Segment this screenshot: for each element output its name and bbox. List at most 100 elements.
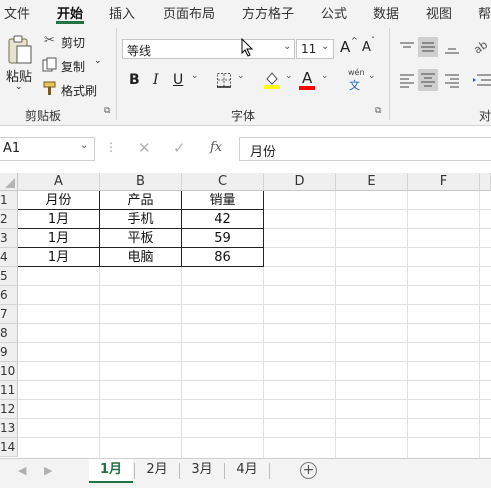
enter-check-icon[interactable]: ✓ <box>173 139 186 157</box>
gridline <box>18 418 491 419</box>
cell-a4[interactable]: 1月 <box>18 248 99 267</box>
sheet-tab-apr[interactable]: 4月 <box>226 459 268 483</box>
tab-divider <box>134 463 135 479</box>
align-center-icon[interactable] <box>418 69 438 91</box>
name-box-value: A1 <box>3 141 21 156</box>
row-header[interactable]: 6 <box>0 286 18 305</box>
underline-button[interactable]: U <box>173 72 183 88</box>
column-header-b[interactable]: B <box>100 173 182 191</box>
font-name-combo[interactable]: 等线 ⌄ <box>122 39 295 59</box>
shrink-caret-icon: ˇ <box>371 36 375 45</box>
cancel-icon[interactable]: ✕ <box>138 139 151 157</box>
column-header-g[interactable] <box>480 173 491 191</box>
tab-data[interactable]: 数据 <box>373 3 399 22</box>
select-all-button[interactable] <box>0 173 18 191</box>
gridline <box>18 285 491 286</box>
column-header-d[interactable]: D <box>264 173 336 191</box>
formula-bar-grip-icon[interactable]: ⋮ <box>105 140 117 154</box>
font-color-button[interactable]: A <box>302 69 312 87</box>
align-bottom-icon[interactable] <box>444 40 460 56</box>
scroll-tabs-right-icon[interactable]: ▶ <box>44 464 52 477</box>
align-right-icon[interactable] <box>444 72 460 88</box>
chevron-down-icon[interactable]: ⌄ <box>321 41 329 52</box>
group-divider <box>389 28 390 120</box>
cell-a1[interactable]: 月份 <box>18 191 99 210</box>
row-header[interactable]: 11 <box>0 381 18 400</box>
row-header[interactable]: 14 <box>0 438 18 457</box>
italic-button[interactable]: I <box>153 72 159 88</box>
cell-a2[interactable]: 1月 <box>18 210 99 229</box>
increase-font-size-button[interactable]: A <box>340 38 350 56</box>
borders-chevron-down-icon[interactable]: ⌄ <box>237 71 245 81</box>
font-dialog-launcher-icon[interactable]: ⧉ <box>375 106 381 116</box>
cell-c2[interactable]: 42 <box>182 210 263 229</box>
phonetic-guide-button[interactable]: 文 <box>349 77 360 93</box>
cell-a3[interactable]: 1月 <box>18 229 99 248</box>
align-left-icon[interactable] <box>399 72 415 88</box>
tab-formulas[interactable]: 公式 <box>321 3 347 22</box>
row-header[interactable]: 5 <box>0 267 18 286</box>
cell-c3[interactable]: 59 <box>182 229 263 248</box>
ribbon: 粘贴 ⌄ ✂ 剪切 复制 ⌄ 格式刷 剪贴板 ⧉ 等线 ⌄ 11 ⌄ A ^ A… <box>0 24 491 126</box>
column-header-f[interactable]: F <box>408 173 480 191</box>
fill-color-icon[interactable] <box>263 70 281 90</box>
tab-fangfang[interactable]: 方方格子 <box>242 3 294 22</box>
sheet-tab-feb[interactable]: 2月 <box>136 459 178 483</box>
tab-home[interactable]: 开始 <box>57 3 83 22</box>
cell-b3[interactable]: 平板 <box>100 229 181 248</box>
align-top-icon[interactable] <box>399 40 415 54</box>
cell-b2[interactable]: 手机 <box>100 210 181 229</box>
row-header[interactable]: 7 <box>0 305 18 324</box>
font-size-combo[interactable]: 11 ⌄ <box>296 39 334 59</box>
insert-function-button[interactable]: fx <box>210 140 222 155</box>
cell-b4[interactable]: 电脑 <box>100 248 181 267</box>
chevron-down-icon[interactable]: ⌄ <box>283 41 291 52</box>
cell-c1[interactable]: 销量 <box>182 191 263 210</box>
formula-input[interactable]: 月份 <box>239 137 491 161</box>
row-header[interactable]: 9 <box>0 343 18 362</box>
add-sheet-button[interactable]: + <box>300 462 317 479</box>
tab-insert[interactable]: 插入 <box>109 3 135 22</box>
row-header[interactable]: 4 <box>0 248 18 267</box>
phonetic-chevron-down-icon[interactable]: ⌄ <box>368 71 376 81</box>
borders-icon[interactable] <box>216 72 232 88</box>
copy-button[interactable]: 复制 <box>61 58 85 75</box>
decrease-font-size-button[interactable]: A <box>362 40 371 55</box>
column-header-e[interactable]: E <box>336 173 408 191</box>
column-header-c[interactable]: C <box>182 173 264 191</box>
fill-color-chevron-down-icon[interactable]: ⌄ <box>285 71 293 81</box>
format-painter-button[interactable]: 格式刷 <box>61 82 97 99</box>
font-color-chevron-down-icon[interactable]: ⌄ <box>321 71 329 81</box>
sheet-tab-jan[interactable]: 1月 <box>89 459 133 483</box>
name-box[interactable]: A1 ⌄ <box>0 137 95 161</box>
tab-divider <box>269 463 270 479</box>
row-header[interactable]: 13 <box>0 419 18 438</box>
row-header[interactable]: 10 <box>0 362 18 381</box>
align-middle-icon[interactable] <box>418 37 438 57</box>
scroll-tabs-left-icon[interactable]: ◀ <box>18 464 26 477</box>
row-header[interactable]: 12 <box>0 400 18 419</box>
tab-help[interactable]: 帮 <box>478 3 491 22</box>
clipboard-dialog-launcher-icon[interactable]: ⧉ <box>104 106 110 116</box>
orientation-icon[interactable]: ab <box>471 38 491 57</box>
name-box-chevron-down-icon[interactable]: ⌄ <box>80 140 88 151</box>
cut-button[interactable]: 剪切 <box>61 34 85 51</box>
cell-b1[interactable]: 产品 <box>100 191 181 210</box>
tab-view[interactable]: 视图 <box>426 3 452 22</box>
tab-page-layout[interactable]: 页面布局 <box>163 3 215 22</box>
tab-file[interactable]: 文件 <box>4 3 30 22</box>
cell-c4[interactable]: 86 <box>182 248 263 267</box>
row-header[interactable]: 3 <box>0 229 18 248</box>
underline-chevron-down-icon[interactable]: ⌄ <box>191 71 199 81</box>
row-header[interactable]: 1 <box>0 191 18 210</box>
paste-dropdown-chevron-icon[interactable]: ⌄ <box>15 82 23 92</box>
copy-dropdown-chevron-icon[interactable]: ⌄ <box>94 56 102 66</box>
sheet-tab-mar[interactable]: 3月 <box>181 459 223 483</box>
gridline <box>479 191 480 458</box>
row-header[interactable]: 2 <box>0 210 18 229</box>
indent-icon[interactable] <box>472 72 491 88</box>
paste-icon[interactable] <box>6 34 34 66</box>
bold-button[interactable]: B <box>129 72 140 88</box>
column-header-a[interactable]: A <box>18 173 100 191</box>
row-header[interactable]: 8 <box>0 324 18 343</box>
